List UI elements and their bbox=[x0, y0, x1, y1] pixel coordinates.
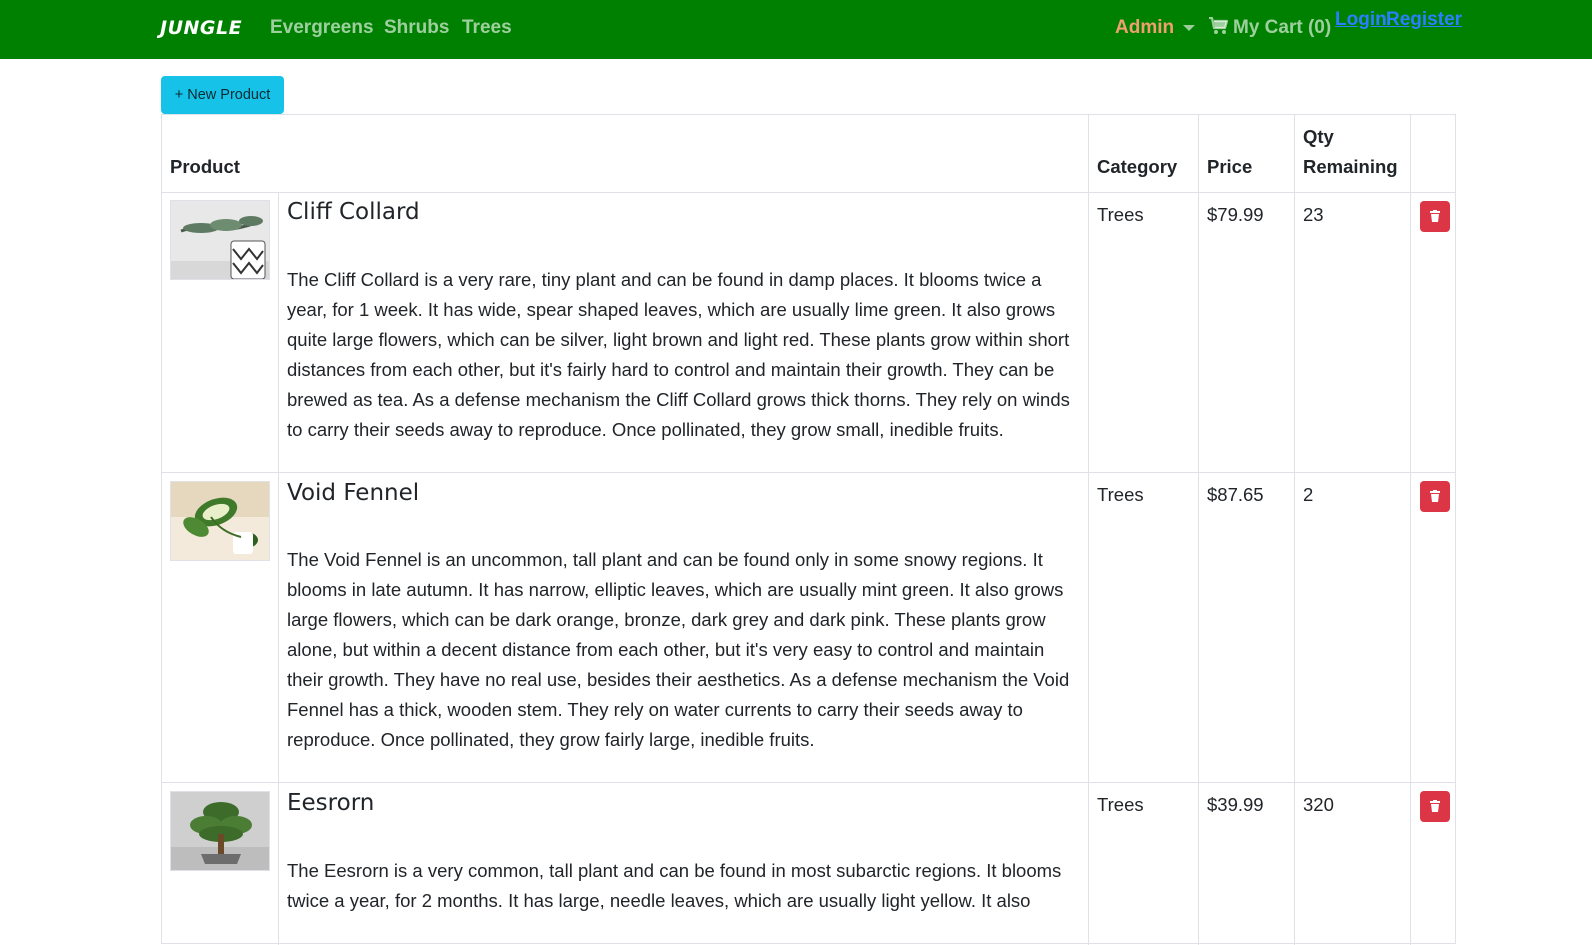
nav-link-evergreens[interactable]: Evergreens bbox=[270, 17, 374, 39]
product-price: $39.99 bbox=[1207, 794, 1264, 815]
nav-link-trees[interactable]: Trees bbox=[462, 17, 512, 39]
header-qty-remaining: Qty Remaining bbox=[1303, 122, 1398, 182]
top-navbar: JUNGLE Evergreens Shrubs Trees Admin My … bbox=[0, 0, 1592, 59]
delete-button[interactable] bbox=[1420, 481, 1450, 512]
cart-icon bbox=[1209, 17, 1229, 34]
product-description: The Cliff Collard is a very rare, tiny p… bbox=[287, 269, 1070, 440]
row-divider bbox=[162, 782, 1455, 783]
login-link[interactable]: Login bbox=[1335, 9, 1387, 31]
column-divider bbox=[1294, 115, 1295, 945]
product-name: Eesrorn bbox=[287, 790, 375, 816]
column-divider bbox=[1198, 115, 1199, 945]
column-divider bbox=[278, 192, 279, 945]
register-link[interactable]: Register bbox=[1386, 9, 1462, 31]
nav-link-shrubs[interactable]: Shrubs bbox=[384, 17, 449, 39]
header-category: Category bbox=[1097, 156, 1178, 177]
product-category: Trees bbox=[1097, 794, 1144, 815]
delete-button[interactable] bbox=[1420, 201, 1450, 232]
product-category: Trees bbox=[1097, 204, 1144, 225]
column-divider bbox=[1410, 115, 1411, 945]
row-divider bbox=[162, 472, 1455, 473]
delete-button[interactable] bbox=[1420, 791, 1450, 822]
product-price: $79.99 bbox=[1207, 204, 1264, 225]
product-qty: 320 bbox=[1303, 794, 1334, 815]
trash-icon bbox=[1430, 800, 1440, 812]
admin-dropdown[interactable]: Admin bbox=[1115, 17, 1174, 39]
cart-link[interactable]: My Cart (0) bbox=[1209, 17, 1331, 39]
product-description: The Eesrorn is a very common, tall plant… bbox=[287, 860, 1062, 911]
header-price: Price bbox=[1207, 156, 1253, 177]
product-image bbox=[170, 200, 270, 280]
product-name: Void Fennel bbox=[287, 480, 420, 506]
header-qty-line2: Remaining bbox=[1303, 156, 1398, 177]
brand-logo[interactable]: JUNGLE bbox=[160, 17, 242, 39]
new-product-button[interactable]: + New Product bbox=[161, 76, 284, 114]
products-table: Product Category Price Qty Remaining Cli… bbox=[161, 114, 1456, 945]
trash-icon bbox=[1430, 490, 1440, 502]
chevron-down-icon bbox=[1183, 25, 1195, 31]
header-product: Product bbox=[170, 156, 240, 177]
product-image bbox=[170, 481, 270, 561]
product-qty: 23 bbox=[1303, 204, 1324, 225]
product-category: Trees bbox=[1097, 484, 1144, 505]
row-divider bbox=[162, 192, 1455, 193]
trash-icon bbox=[1430, 210, 1440, 222]
product-price: $87.65 bbox=[1207, 484, 1264, 505]
product-image bbox=[170, 791, 270, 871]
header-qty-line1: Qty bbox=[1303, 126, 1334, 147]
column-divider bbox=[1088, 115, 1089, 945]
cart-label: My Cart (0) bbox=[1233, 17, 1332, 38]
product-description: The Void Fennel is an uncommon, tall pla… bbox=[287, 549, 1070, 750]
product-qty: 2 bbox=[1303, 484, 1314, 505]
product-name: Cliff Collard bbox=[287, 199, 420, 225]
